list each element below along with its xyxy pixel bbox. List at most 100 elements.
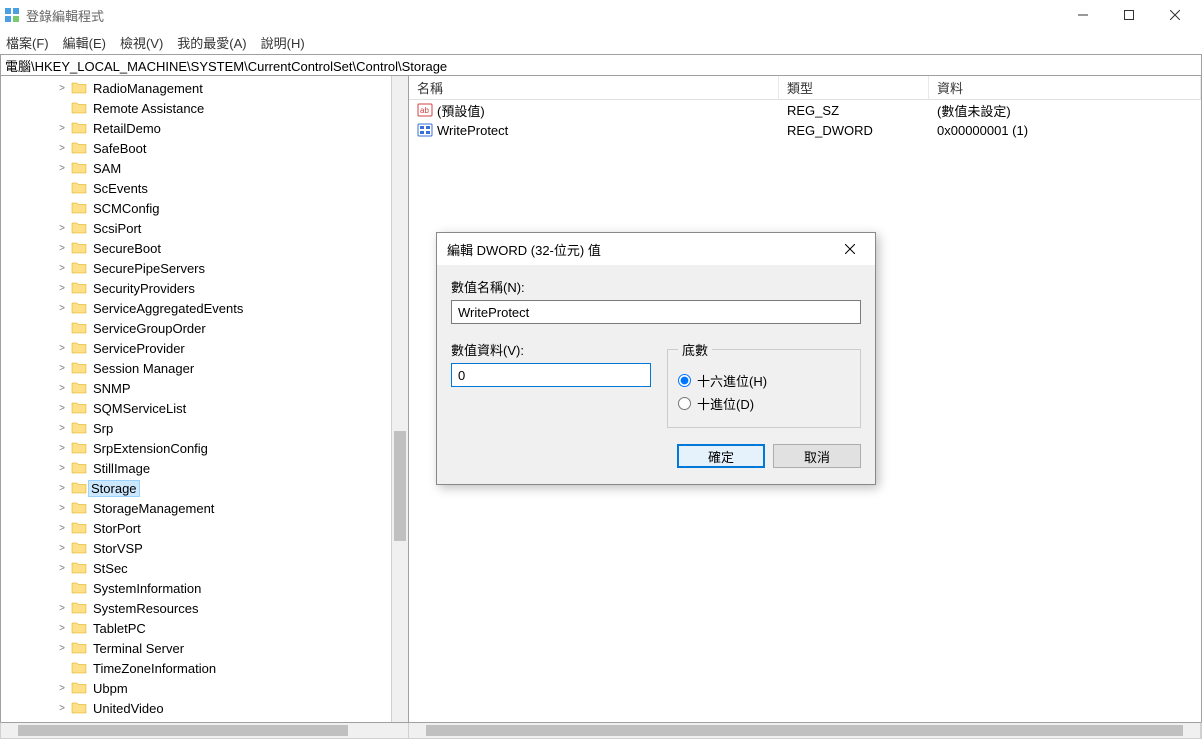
tree-item[interactable]: >Srp [1,418,408,438]
value-data: (數值未設定) [937,101,1011,120]
radio-hex[interactable]: 十六進位(H) [678,371,850,390]
tree-item[interactable]: >TabletPC [1,618,408,638]
menu-help[interactable]: 說明(H) [261,33,305,52]
expander-icon[interactable]: > [55,503,69,514]
menu-favorites[interactable]: 我的最愛(A) [177,33,246,52]
expander-icon[interactable]: > [55,163,69,174]
expander-icon[interactable]: > [55,563,69,574]
tree-item[interactable]: >StorVSP [1,538,408,558]
scrollbar-thumb[interactable] [18,725,348,736]
expander-icon[interactable]: > [55,523,69,534]
expander-icon[interactable]: > [55,423,69,434]
tree-item[interactable]: > ServiceProvider [1,338,408,358]
value-name: (預設值) [437,101,485,120]
scrollbar-thumb[interactable] [426,725,1183,736]
tree-item[interactable]: >RadioManagement [1,78,408,98]
expander-icon[interactable]: > [55,643,69,654]
cancel-button[interactable]: 取消 [773,444,861,468]
dialog-titlebar[interactable]: 編輯 DWORD (32-位元) 值 [437,233,875,265]
tree-item-label: SecurePipeServers [93,261,205,276]
expander-icon[interactable]: > [55,343,69,354]
tree-item[interactable]: >StSec [1,558,408,578]
tree-item[interactable]: TimeZoneInformation [1,658,408,678]
radio-hex-input[interactable] [678,374,691,387]
value-type: REG_DWORD [787,123,873,138]
tree-item[interactable]: >RetailDemo [1,118,408,138]
maximize-button[interactable] [1106,0,1152,30]
tree-item[interactable]: >StillImage [1,458,408,478]
tree-item[interactable]: ScEvents [1,178,408,198]
expander-icon[interactable]: > [55,243,69,254]
expander-icon[interactable]: > [55,263,69,274]
expander-icon[interactable]: > [55,543,69,554]
tree-item[interactable]: SCMConfig [1,198,408,218]
expander-icon[interactable]: > [55,123,69,134]
tree-item-label: UnitedVideo [93,701,164,716]
tree-item[interactable]: >SystemResources [1,598,408,618]
list-row[interactable]: ab(預設值)REG_SZ(數值未設定) [409,100,1201,120]
tree-item[interactable]: >SQMServiceList [1,398,408,418]
tree-item[interactable]: >StorPort [1,518,408,538]
tree-scrollbar[interactable] [391,76,408,722]
menu-file[interactable]: 檔案(F) [6,33,49,52]
tree-item[interactable]: >SecurityProviders [1,278,408,298]
folder-icon [71,400,87,416]
expander-icon[interactable]: > [55,303,69,314]
expander-icon[interactable]: > [55,483,69,494]
col-data[interactable]: 資料 [929,76,1201,99]
close-button[interactable] [1152,0,1198,30]
folder-icon [71,380,87,396]
expander-icon[interactable]: > [55,443,69,454]
tree-item[interactable]: >ServiceAggregatedEvents [1,298,408,318]
expander-icon[interactable]: > [55,463,69,474]
menu-edit[interactable]: 編輯(E) [63,33,106,52]
expander-icon[interactable]: > [55,603,69,614]
tree-item-label: Ubpm [93,681,128,696]
tree-item[interactable]: >SAM [1,158,408,178]
tree-item[interactable]: > UnitedVideo [1,698,408,718]
tree-item[interactable]: ServiceGroupOrder [1,318,408,338]
radio-dec[interactable]: 十進位(D) [678,394,850,413]
col-type[interactable]: 類型 [779,76,929,99]
tree-item-label: ServiceProvider [93,341,185,356]
tree-item[interactable]: >Storage [1,478,408,498]
expander-icon[interactable]: > [55,83,69,94]
ok-button[interactable]: 確定 [677,444,765,468]
tree-item[interactable]: >ScsiPort [1,218,408,238]
tree-item[interactable]: >StorageManagement [1,498,408,518]
expander-icon[interactable]: > [55,403,69,414]
tree-item[interactable]: Remote Assistance [1,98,408,118]
value-name-input[interactable] [451,300,861,324]
expander-icon[interactable]: > [55,683,69,694]
expander-icon[interactable]: > [55,143,69,154]
radio-dec-input[interactable] [678,397,691,410]
expander-icon[interactable]: > [55,623,69,634]
expander-icon[interactable]: > [55,383,69,394]
list-row[interactable]: WriteProtectREG_DWORD0x00000001 (1) [409,120,1201,140]
expander-icon[interactable]: > [55,283,69,294]
tree-item-label: ServiceGroupOrder [93,321,206,336]
list-hscroll[interactable] [409,723,1201,738]
dialog-close-button[interactable] [835,241,865,257]
menu-view[interactable]: 檢視(V) [120,33,163,52]
expander-icon[interactable]: > [55,363,69,374]
radio-dec-label: 十進位(D) [697,394,754,413]
tree-hscroll[interactable] [1,723,409,738]
tree-item[interactable]: >Session Manager [1,358,408,378]
col-name[interactable]: 名稱 [409,76,779,99]
tree-item[interactable]: >SecureBoot [1,238,408,258]
value-data-input[interactable] [451,363,651,387]
address-bar[interactable]: 電腦\HKEY_LOCAL_MACHINE\SYSTEM\CurrentCont… [0,54,1202,76]
scrollbar-thumb[interactable] [394,431,406,541]
tree-item[interactable]: >SNMP [1,378,408,398]
tree-item[interactable]: >SafeBoot [1,138,408,158]
expander-icon[interactable]: > [55,223,69,234]
tree-item[interactable]: SystemInformation [1,578,408,598]
minimize-button[interactable] [1060,0,1106,30]
tree-item[interactable]: > Ubpm [1,678,408,698]
tree-item[interactable]: >Terminal Server [1,638,408,658]
tree-item[interactable]: > SecurePipeServers [1,258,408,278]
expander-icon[interactable]: > [55,703,69,714]
tree-pane[interactable]: >RadioManagementRemote Assistance>Retail… [1,76,409,722]
tree-item[interactable]: >SrpExtensionConfig [1,438,408,458]
